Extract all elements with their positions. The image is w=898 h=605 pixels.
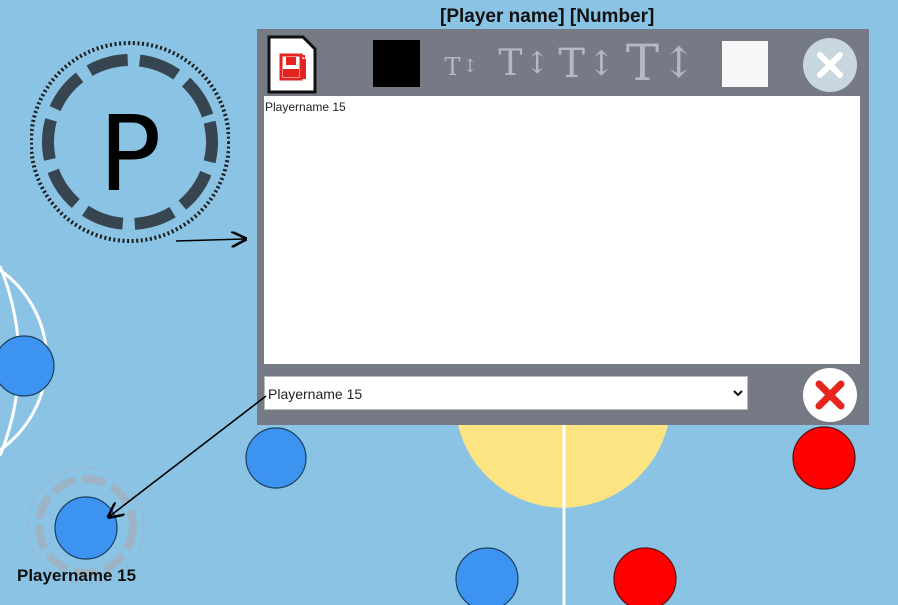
player-blue-1 xyxy=(0,335,55,397)
player-blue-2 xyxy=(245,427,307,489)
save-floppy-icon xyxy=(267,35,317,94)
player-red-1 xyxy=(792,426,856,490)
color-white-button[interactable] xyxy=(722,41,768,87)
chevron-down-icon xyxy=(733,390,743,397)
font-size-medium-button[interactable]: T ↕ xyxy=(558,37,615,91)
player-blue-3 xyxy=(455,547,519,605)
player-red-2 xyxy=(613,547,677,605)
text-editor-dialog: T ↕ T ↕ T ↕ T ↕ Playername 15 Playername 15 xyxy=(257,29,869,425)
font-size-glyph: T xyxy=(444,53,461,81)
player-icon-letter: P xyxy=(99,93,162,215)
font-size-glyph: T xyxy=(625,34,660,92)
resize-arrow-icon: ↕ xyxy=(587,44,616,84)
font-size-glyph: T xyxy=(498,43,523,84)
resize-arrow-icon: ↕ xyxy=(462,56,478,77)
font-size-xsmall-button[interactable]: T ↕ xyxy=(443,49,479,85)
font-size-small-button[interactable]: T ↕ xyxy=(498,39,550,89)
player-select[interactable]: Playername 15 xyxy=(264,376,748,410)
player-icon: P xyxy=(30,41,230,243)
close-icon xyxy=(815,380,845,410)
player-select-value: Playername 15 xyxy=(268,386,363,402)
save-button[interactable] xyxy=(267,35,317,94)
close-icon xyxy=(817,52,843,78)
page-title: [Player name] [Number] xyxy=(440,6,655,27)
player-blue-selected xyxy=(54,496,118,560)
player-name-label: Playername 15 xyxy=(17,566,137,585)
resize-arrow-icon: ↕ xyxy=(524,46,550,81)
font-size-glyph: T xyxy=(558,41,586,87)
resize-arrow-icon: ↕ xyxy=(661,38,697,87)
color-black-button[interactable] xyxy=(373,40,420,87)
close-dialog-button[interactable] xyxy=(803,38,857,92)
remove-label-button[interactable] xyxy=(803,368,857,422)
label-text-area[interactable]: Playername 15 xyxy=(264,96,860,364)
font-size-large-button[interactable]: T ↕ xyxy=(626,33,697,93)
